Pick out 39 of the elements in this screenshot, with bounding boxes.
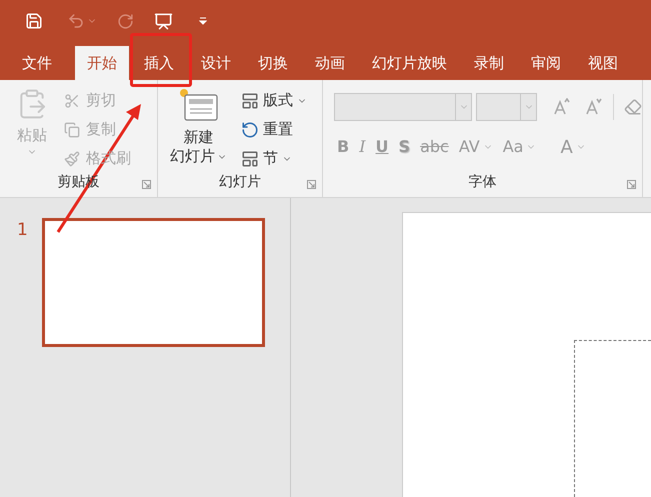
dialog-launcher-icon[interactable] [627,180,636,189]
slide-command[interactable]: 版式 [241,90,307,111]
brush-icon [64,150,80,166]
new-slide-button[interactable]: 新建 幻灯片 [170,88,227,170]
ribbon-tab[interactable]: 动画 [303,46,357,80]
ribbon-tab[interactable]: 文件 [10,46,64,80]
slide-command[interactable]: 节 [241,148,307,169]
layout-icon [241,92,259,110]
customize-icon[interactable] [199,17,207,25]
group-label: 字体 [468,173,496,192]
slideshow-icon[interactable] [154,12,173,30]
undo-icon[interactable] [67,12,85,30]
dialog-launcher-icon[interactable] [307,180,316,189]
highlight-box [130,33,192,87]
slide-number: 1 [17,219,28,242]
ribbon-tab[interactable]: 审阅 [519,46,573,80]
ribbon-tab[interactable]: 幻灯片放映 [360,46,459,80]
eraser-icon[interactable] [624,98,642,116]
slide-command[interactable]: 重置 [241,119,307,140]
ribbon-tab[interactable]: 开始 [75,46,129,80]
reset-icon [241,120,259,138]
new-slide-icon [178,88,218,122]
ribbon-tab[interactable]: 录制 [462,46,516,80]
dialog-launcher-icon[interactable] [142,180,151,189]
ribbon-tab[interactable]: 切换 [246,46,300,80]
grow-font-icon[interactable] [553,98,571,116]
slide-thumbnail[interactable] [42,218,265,347]
group-label: 幻灯片 [219,173,261,192]
ribbon-tab[interactable]: 设计 [189,46,243,80]
ribbon-tab[interactable]: 视图 [576,46,630,80]
font-name-field[interactable] [334,93,472,121]
redo-icon[interactable] [117,12,134,30]
ribbon-tab[interactable]: 插入 [132,46,186,80]
save-icon[interactable] [25,12,43,30]
copy-icon [64,122,80,138]
layout-icon [241,150,259,168]
scissors-icon [64,92,80,108]
font-size-field[interactable] [476,93,537,121]
shrink-font-icon[interactable] [585,98,603,116]
